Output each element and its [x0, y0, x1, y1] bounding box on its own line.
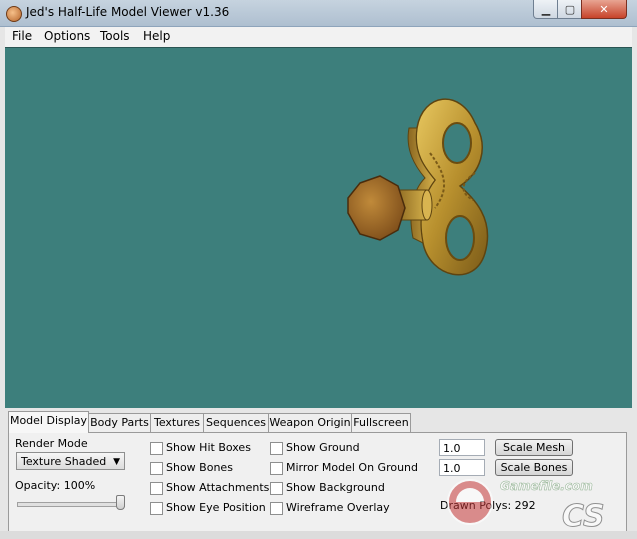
window-title: Jed's Half-Life Model Viewer v1.36 — [26, 5, 230, 19]
show-hit-boxes-checkbox[interactable] — [150, 442, 163, 455]
chevron-down-icon: ▼ — [113, 457, 120, 467]
show-ground-label: Show Ground — [286, 441, 360, 454]
tab-textures[interactable]: Textures — [150, 413, 204, 432]
close-icon: ✕ — [599, 2, 609, 16]
watermark-logo: Gamefile.com CS — [442, 470, 632, 535]
wireframe-overlay-label: Wireframe Overlay — [286, 501, 390, 514]
opacity-slider-track[interactable] — [17, 502, 125, 507]
tab-strip: Model Display Body Parts Textures Sequen… — [8, 411, 633, 433]
opacity-slider-thumb[interactable] — [116, 495, 125, 510]
show-hit-boxes-label: Show Hit Boxes — [166, 441, 251, 454]
render-mode-value: Texture Shaded — [21, 455, 107, 468]
show-ground-checkbox[interactable] — [270, 442, 283, 455]
render-mode-label: Render Mode — [15, 437, 88, 450]
menu-options[interactable]: Options — [44, 29, 90, 43]
mirror-model-label: Mirror Model On Ground — [286, 461, 419, 474]
menu-file[interactable]: File — [12, 29, 32, 43]
watermark-line2: CS — [562, 499, 605, 532]
opacity-label: Opacity: 100% — [15, 479, 96, 492]
tab-model-display[interactable]: Model Display — [8, 411, 89, 433]
show-background-label: Show Background — [286, 481, 385, 494]
show-eye-position-checkbox[interactable] — [150, 502, 163, 515]
app-icon[interactable] — [6, 6, 22, 22]
watermark-line1: Gamefile.com — [500, 479, 593, 493]
render-mode-select[interactable]: Texture Shaded ▼ — [16, 452, 125, 470]
mirror-model-checkbox[interactable] — [270, 462, 283, 475]
wireframe-overlay-checkbox[interactable] — [270, 502, 283, 515]
show-bones-label: Show Bones — [166, 461, 233, 474]
minimize-icon: ▁ — [541, 2, 551, 16]
show-eye-position-label: Show Eye Position — [166, 501, 266, 514]
menu-help[interactable]: Help — [143, 29, 170, 43]
scale-mesh-button[interactable]: Scale Mesh — [495, 439, 573, 456]
tab-sequences[interactable]: Sequences — [203, 413, 269, 432]
model-viewport[interactable] — [5, 47, 632, 408]
key-model — [347, 98, 489, 276]
maximize-button[interactable]: ▢ — [557, 0, 583, 19]
maximize-icon: ▢ — [564, 2, 576, 16]
title-bar[interactable]: Jed's Half-Life Model Viewer v1.36 ▁ ▢ ✕ — [0, 0, 637, 27]
tab-fullscreen[interactable]: Fullscreen — [351, 413, 411, 432]
menu-tools[interactable]: Tools — [100, 29, 130, 43]
status-bar — [0, 531, 637, 539]
show-background-checkbox[interactable] — [270, 482, 283, 495]
tab-weapon-origin[interactable]: Weapon Origin — [268, 413, 352, 432]
show-attachments-checkbox[interactable] — [150, 482, 163, 495]
close-button[interactable]: ✕ — [581, 0, 627, 19]
scale-mesh-input[interactable]: 1.0 — [439, 439, 485, 456]
tab-body-parts[interactable]: Body Parts — [88, 413, 151, 432]
show-bones-checkbox[interactable] — [150, 462, 163, 475]
menu-bar: File Options Tools Help — [5, 27, 632, 47]
show-attachments-label: Show Attachments — [166, 481, 270, 494]
minimize-button[interactable]: ▁ — [533, 0, 559, 19]
